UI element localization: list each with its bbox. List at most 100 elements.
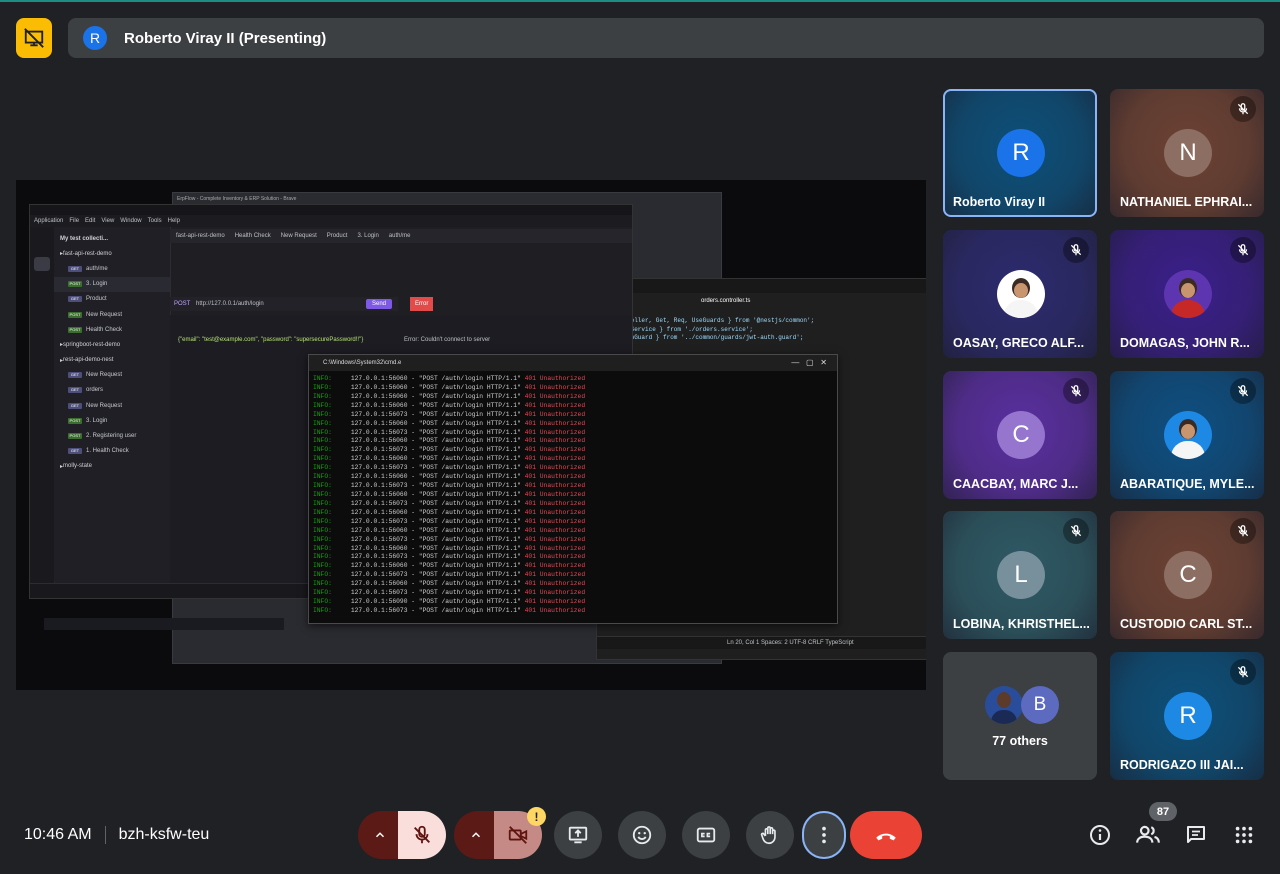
log-level: INFO: <box>313 544 332 552</box>
log-line: INFO: 127.0.0.1:56060 - "POST /auth/logi… <box>313 490 586 498</box>
chat-icon <box>1187 826 1205 843</box>
log-request: "POST /auth/login HTTP/1.1" <box>418 526 521 534</box>
participant-name: OASAY, GRECO ALF... <box>953 336 1085 350</box>
participant-name: NATHANIEL EPHRAI... <box>1120 195 1253 209</box>
meeting-details-button[interactable] <box>1085 820 1115 850</box>
log-line: INFO: 127.0.0.1:56060 - "POST /auth/logi… <box>313 526 586 534</box>
raise-hand-button[interactable] <box>746 811 794 859</box>
others-tile[interactable]: B 77 others <box>943 652 1097 780</box>
log-request: "POST /auth/login HTTP/1.1" <box>418 464 521 472</box>
more-options-button[interactable] <box>802 811 846 859</box>
participant-tile[interactable]: R Roberto Viray II <box>943 89 1097 217</box>
log-status: 401 Unauthorized <box>524 571 586 579</box>
log-address: 127.0.0.1:56060 <box>350 392 408 400</box>
audio-options-button[interactable] <box>358 811 402 859</box>
participant-tile[interactable]: ABARATIQUE, MYLE... <box>1110 371 1264 499</box>
browser-title: ErpFlow - Complete Inventory & ERP Solut… <box>177 196 297 202</box>
tree-folder: ▸ rest-api-demo-nest <box>54 353 170 368</box>
present-screen-icon <box>568 826 588 844</box>
activities-button[interactable] <box>1229 820 1259 850</box>
log-request: "POST /auth/login HTTP/1.1" <box>418 589 521 597</box>
method-badge: GET <box>68 265 82 272</box>
log-address: 127.0.0.1:56073 <box>350 482 408 490</box>
participant-tile[interactable]: L LOBINA, KHRISTHEL... <box>943 511 1097 639</box>
log-request: "POST /auth/login HTTP/1.1" <box>418 473 521 481</box>
end-call-button[interactable] <box>850 811 922 859</box>
people-button[interactable] <box>1133 820 1163 850</box>
cmd-window: C:\Windows\System32\cmd.e — ▢ ✕ INFO: 12… <box>308 354 838 624</box>
tree-label: orders <box>86 387 104 394</box>
log-line: INFO: 127.0.0.1:56073 - "POST /auth/logi… <box>313 535 586 543</box>
participant-photo-avatar <box>1164 270 1212 318</box>
log-status: 401 Unauthorized <box>524 517 586 525</box>
mic-off-icon <box>1063 237 1089 263</box>
participant-tile[interactable]: N NATHANIEL EPHRAI... <box>1110 89 1264 217</box>
captions-icon <box>696 827 716 843</box>
log-status: 401 Unauthorized <box>524 392 586 400</box>
log-status: 401 Unauthorized <box>524 473 586 481</box>
log-line: INFO: 127.0.0.1:56073 - "POST /auth/logi… <box>313 517 586 525</box>
log-request: "POST /auth/login HTTP/1.1" <box>418 499 521 507</box>
meeting-code[interactable]: bzh-ksfw-teu <box>119 826 210 844</box>
log-line: INFO: 127.0.0.1:56090 - "POST /auth/logi… <box>313 598 586 606</box>
log-line: INFO: 127.0.0.1:56073 - "POST /auth/logi… <box>313 410 586 418</box>
log-status: 401 Unauthorized <box>524 553 586 561</box>
participant-tile[interactable]: DOMAGAS, JOHN R... <box>1110 230 1264 358</box>
participant-tile[interactable]: OASAY, GRECO ALF... <box>943 230 1097 358</box>
info-icon <box>1090 825 1110 845</box>
request-tabs: fast-api-rest-demo Health Check New Reques… <box>170 229 632 243</box>
log-address: 127.0.0.1:56073 <box>350 410 408 418</box>
log-status: 401 Unauthorized <box>524 535 586 543</box>
log-request: "POST /auth/login HTTP/1.1" <box>418 535 521 543</box>
presenter-name: Roberto Viray II (Presenting) <box>124 29 327 47</box>
participant-name: CUSTODIO CARL ST... <box>1120 617 1253 631</box>
log-status: 401 Unauthorized <box>524 589 586 597</box>
log-request: "POST /auth/login HTTP/1.1" <box>418 544 521 552</box>
presenter-bar: R Roberto Viray II (Presenting) <box>68 18 1264 58</box>
vscode-statusbar: Ln 20, Col 1 Spaces: 2 UTF-8 CRLF TypeSc… <box>597 636 926 649</box>
method-badge: POST <box>68 281 82 288</box>
log-status: 401 Unauthorized <box>524 455 586 463</box>
presentation-indicator-icon[interactable] <box>16 18 52 58</box>
log-level: INFO: <box>313 419 332 427</box>
insomnia-menu-item: Edit <box>85 218 96 224</box>
log-address: 127.0.0.1:56060 <box>350 455 408 463</box>
log-level: INFO: <box>313 580 332 588</box>
insomnia-menu-item: File <box>69 218 80 224</box>
video-options-button[interactable] <box>454 811 498 859</box>
chevron-up-icon <box>375 832 385 838</box>
method-badge: GET <box>68 296 82 303</box>
log-status: 401 Unauthorized <box>524 419 586 427</box>
tree-folder: ▸ springboot-rest-demo <box>54 337 170 352</box>
log-status: 401 Unauthorized <box>524 562 586 570</box>
chat-button[interactable] <box>1181 820 1211 850</box>
request-tab: Health Check <box>234 233 271 239</box>
mic-toggle-button[interactable] <box>398 811 446 859</box>
meeting-info: 10:46 AM bzh-ksfw-teu <box>24 826 209 844</box>
participant-tile[interactable]: R RODRIGAZO III JAI... <box>1110 652 1264 780</box>
log-line: INFO: 127.0.0.1:56060 - "POST /auth/logi… <box>313 401 586 409</box>
log-address: 127.0.0.1:56090 <box>350 598 408 606</box>
log-status: 401 Unauthorized <box>524 464 586 472</box>
tree-label: Product <box>86 296 107 303</box>
participant-tile[interactable]: C CUSTODIO CARL ST... <box>1110 511 1264 639</box>
reactions-button[interactable] <box>618 811 666 859</box>
log-line: INFO: 127.0.0.1:56060 - "POST /auth/logi… <box>313 580 586 588</box>
log-address: 127.0.0.1:56060 <box>350 580 408 588</box>
log-status: 401 Unauthorized <box>524 410 586 418</box>
present-screen-button[interactable] <box>554 811 602 859</box>
log-status: 401 Unauthorized <box>524 606 586 614</box>
participant-tile[interactable]: C CAACBAY, MARC J... <box>943 371 1097 499</box>
cmd-titlebar: C:\Windows\System32\cmd.e — ▢ ✕ <box>309 355 837 371</box>
log-request: "POST /auth/login HTTP/1.1" <box>418 508 521 516</box>
log-address: 127.0.0.1:56060 <box>350 419 408 427</box>
tree-request: GET New Request <box>54 368 170 383</box>
participant-photo-avatar <box>1164 411 1212 459</box>
participant-avatar: C <box>997 411 1045 459</box>
log-line: INFO: 127.0.0.1:56073 - "POST /auth/logi… <box>313 589 586 597</box>
captions-button[interactable] <box>682 811 730 859</box>
participant-name: RODRIGAZO III JAI... <box>1120 758 1244 772</box>
presenter-avatar: R <box>83 26 107 50</box>
emoji-icon <box>632 825 652 845</box>
log-level: INFO: <box>313 383 332 391</box>
